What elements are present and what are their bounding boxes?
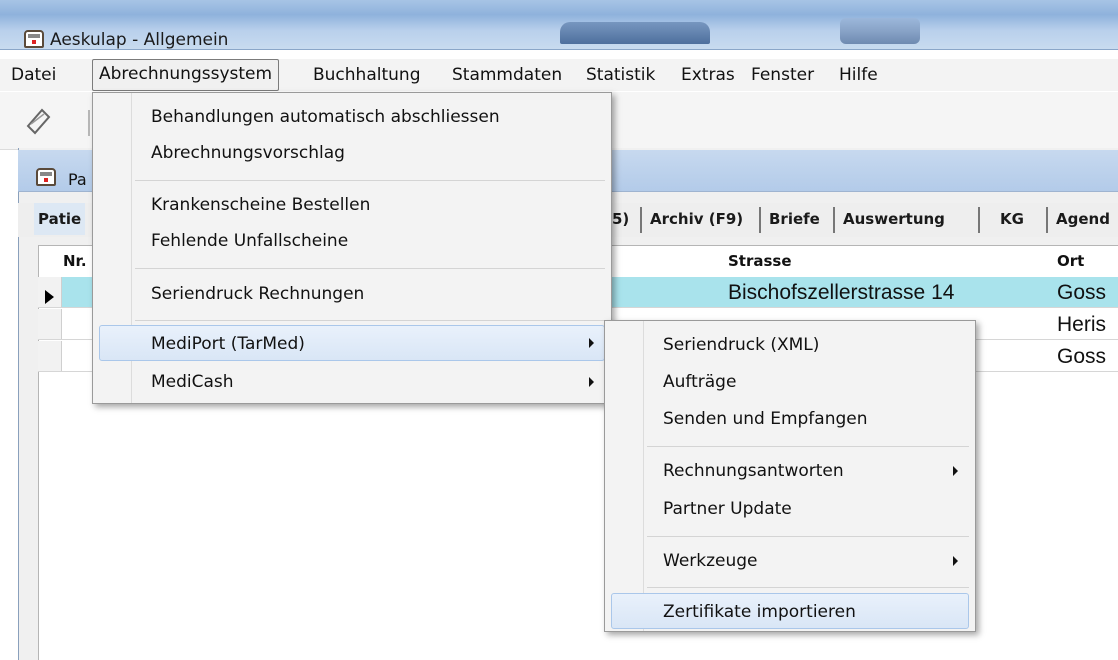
- cell-ort: Goss: [1057, 345, 1107, 368]
- tab-briefe[interactable]: Briefe: [769, 203, 820, 235]
- abrechnungssystem-menu: Behandlungen automatisch abschliessen Ab…: [92, 92, 612, 404]
- menu-extras[interactable]: Extras: [681, 59, 735, 91]
- patient-window-title: Pa: [68, 170, 87, 189]
- tab-partial[interactable]: 5): [612, 203, 629, 235]
- column-header-ort[interactable]: Ort: [1057, 248, 1084, 274]
- menu-separator: [135, 268, 605, 269]
- menu-item-auftraege[interactable]: Aufträge: [663, 364, 736, 400]
- patient-window-icon: [36, 168, 56, 186]
- menu-separator: [647, 587, 969, 588]
- tab-separator: [978, 207, 980, 233]
- menu-item-seriendruck-xml[interactable]: Seriendruck (XML): [663, 327, 819, 363]
- pen-tool-icon[interactable]: [22, 104, 54, 136]
- app-window-icon: [24, 30, 44, 48]
- menu-hilfe[interactable]: Hilfe: [839, 59, 878, 91]
- menu-separator: [135, 180, 605, 181]
- current-row-icon: [45, 290, 54, 304]
- menu-fenster[interactable]: Fenster: [751, 59, 814, 91]
- tab-separator: [640, 207, 642, 233]
- menu-separator: [647, 446, 969, 447]
- menu-item-fehlende-unfallscheine[interactable]: Fehlende Unfallscheine: [151, 223, 348, 259]
- row-selector[interactable]: [38, 309, 62, 339]
- menu-separator: [135, 320, 605, 321]
- menu-item-behandlungen-abschliessen[interactable]: Behandlungen automatisch abschliessen: [151, 99, 500, 135]
- menu-item-mediport[interactable]: MediPort (TarMed): [99, 325, 605, 361]
- menu-separator: [647, 536, 969, 537]
- column-header-nr[interactable]: Nr.: [63, 248, 87, 274]
- menu-gutter: [643, 321, 644, 631]
- column-header-strasse[interactable]: Strasse: [728, 248, 792, 274]
- menu-item-senden-empfangen[interactable]: Senden und Empfangen: [663, 401, 868, 437]
- menu-stammdaten[interactable]: Stammdaten: [452, 59, 562, 91]
- submenu-arrow-icon: [953, 556, 958, 566]
- menu-item-abrechnungsvorschlag[interactable]: Abrechnungsvorschlag: [151, 135, 345, 171]
- titlebar-reflection: [840, 18, 920, 44]
- tab-kg[interactable]: KG: [1000, 203, 1024, 235]
- cell-strasse: Bischofszellerstrasse 14: [728, 281, 955, 304]
- tab-separator: [833, 207, 835, 233]
- titlebar-reflection: [560, 22, 710, 44]
- submenu-arrow-icon: [953, 466, 958, 476]
- tab-agenda[interactable]: Agend: [1056, 203, 1110, 235]
- tab-auswertung[interactable]: Auswertung: [843, 203, 945, 235]
- menu-item-medicash[interactable]: MediCash: [151, 364, 234, 400]
- menu-item-partner-update[interactable]: Partner Update: [663, 491, 792, 527]
- menu-item-krankenscheine-bestellen[interactable]: Krankenscheine Bestellen: [151, 187, 370, 223]
- mediport-submenu: Seriendruck (XML) Aufträge Senden und Em…: [604, 320, 976, 632]
- tab-patient[interactable]: Patie: [34, 203, 86, 235]
- menu-buchhaltung[interactable]: Buchhaltung: [313, 59, 420, 91]
- submenu-arrow-icon: [589, 338, 594, 348]
- toolbar-separator: [88, 110, 90, 136]
- menu-statistik[interactable]: Statistik: [586, 59, 655, 91]
- menu-item-rechnungsantworten[interactable]: Rechnungsantworten: [663, 453, 844, 489]
- menu-abrechnungssystem[interactable]: Abrechnungssystem: [92, 59, 280, 91]
- tab-archiv[interactable]: Archiv (F9): [650, 203, 743, 235]
- cell-ort: Goss: [1057, 281, 1107, 304]
- tab-separator: [759, 207, 761, 233]
- menu-item-seriendruck-rechnungen[interactable]: Seriendruck Rechnungen: [151, 276, 364, 312]
- menu-item-werkzeuge[interactable]: Werkzeuge: [663, 543, 758, 579]
- window-title: Aeskulap - Allgemein: [50, 30, 229, 50]
- row-selector[interactable]: [38, 341, 62, 371]
- menu-datei[interactable]: Datei: [11, 59, 56, 91]
- tab-separator: [1046, 207, 1048, 233]
- cell-ort: Heris: [1057, 313, 1107, 336]
- menu-item-zertifikate-importieren[interactable]: Zertifikate importieren: [611, 593, 969, 629]
- submenu-arrow-icon: [589, 377, 594, 387]
